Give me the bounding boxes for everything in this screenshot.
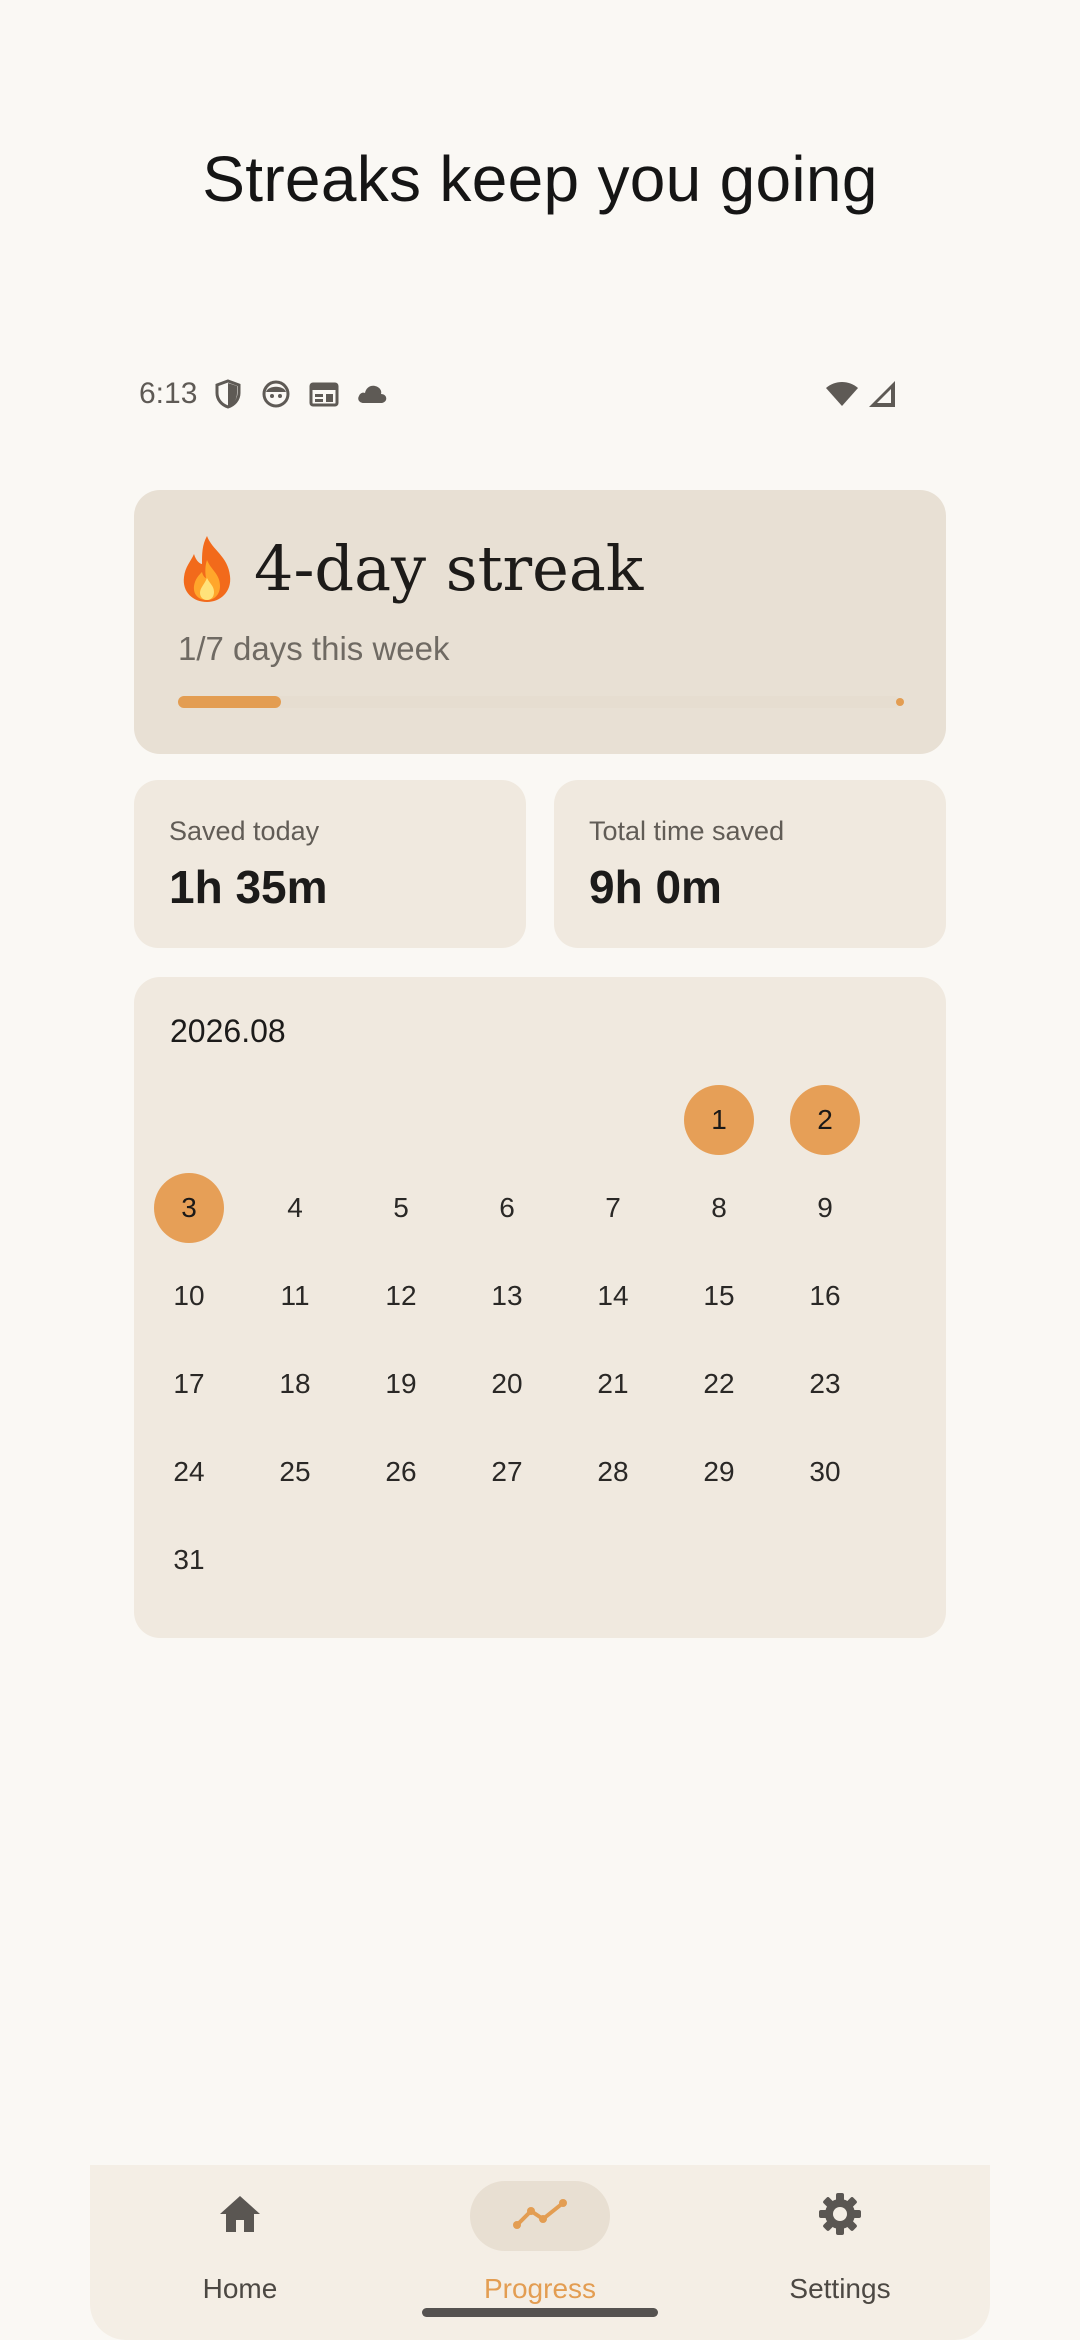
calendar-day-25[interactable]: 25 xyxy=(260,1437,330,1507)
status-bar: 6:13 xyxy=(139,373,899,415)
calendar-day-14[interactable]: 14 xyxy=(578,1261,648,1331)
calendar-day-18[interactable]: 18 xyxy=(260,1349,330,1419)
total-saved-label: Total time saved xyxy=(589,816,785,846)
total-saved-value: 9h 0m xyxy=(589,861,722,913)
calendar-day-22[interactable]: 22 xyxy=(684,1349,754,1419)
home-icon xyxy=(218,2194,262,2239)
calendar-day-5[interactable]: 5 xyxy=(366,1173,436,1243)
calendar-day-10[interactable]: 10 xyxy=(154,1261,224,1331)
calendar-day-8[interactable]: 8 xyxy=(684,1173,754,1243)
gesture-handle[interactable] xyxy=(422,2308,658,2317)
calendar-card-icon xyxy=(307,377,341,411)
calendar-day-15[interactable]: 15 xyxy=(684,1261,754,1331)
calendar-day-1[interactable]: 1 xyxy=(684,1085,754,1155)
calendar-day-27[interactable]: 27 xyxy=(472,1437,542,1507)
weekly-progress-bar xyxy=(178,696,904,708)
saved-today-card: Saved today 1h 35m xyxy=(134,780,526,948)
nav-home[interactable]: Home xyxy=(90,2165,390,2340)
calendar-day-21[interactable]: 21 xyxy=(578,1349,648,1419)
shield-icon xyxy=(211,377,245,411)
saved-today-label: Saved today xyxy=(169,816,320,846)
signal-icon xyxy=(865,377,899,411)
streak-title: 4-day streak xyxy=(254,532,644,605)
gear-icon xyxy=(818,2192,862,2241)
calendar-day-4[interactable]: 4 xyxy=(260,1173,330,1243)
trend-icon xyxy=(513,2198,567,2234)
calendar-day-11[interactable]: 11 xyxy=(260,1261,330,1331)
calendar-day-26[interactable]: 26 xyxy=(366,1437,436,1507)
face-icon xyxy=(259,377,293,411)
calendar-day-23[interactable]: 23 xyxy=(790,1349,860,1419)
calendar-day-7[interactable]: 7 xyxy=(578,1173,648,1243)
calendar-month: 2026.08 xyxy=(170,1013,286,1049)
cloud-icon xyxy=(355,377,389,411)
calendar-day-2[interactable]: 2 xyxy=(790,1085,860,1155)
nav-settings[interactable]: Settings xyxy=(690,2165,990,2340)
calendar-day-16[interactable]: 16 xyxy=(790,1261,860,1331)
calendar-day-24[interactable]: 24 xyxy=(154,1437,224,1507)
calendar-day-13[interactable]: 13 xyxy=(472,1261,542,1331)
calendar-day-17[interactable]: 17 xyxy=(154,1349,224,1419)
fire-icon xyxy=(178,534,236,604)
nav-progress-label: Progress xyxy=(483,2273,597,2304)
calendar-day-31[interactable]: 31 xyxy=(154,1525,224,1595)
calendar-day-28[interactable]: 28 xyxy=(578,1437,648,1507)
calendar-day-19[interactable]: 19 xyxy=(366,1349,436,1419)
streak-card: 4-day streak 1/7 days this week xyxy=(134,490,946,754)
calendar-card: 2026.08 1 2 3 4 5 6 7 8 9 10 11 12 13 14 15 16 17 18 19 20 2… xyxy=(134,977,946,1638)
streak-subtitle: 1/7 days this week xyxy=(178,630,450,667)
nav-home-label: Home xyxy=(202,2273,278,2304)
status-time: 6:13 xyxy=(139,377,198,410)
calendar-day-29[interactable]: 29 xyxy=(684,1437,754,1507)
progress-end-dot xyxy=(896,698,904,706)
calendar-day-3[interactable]: 3 xyxy=(154,1173,224,1243)
calendar-day-20[interactable]: 20 xyxy=(472,1349,542,1419)
page-headline: Streaks keep you going xyxy=(202,143,878,215)
calendar-day-9[interactable]: 9 xyxy=(790,1173,860,1243)
weekly-progress-fill xyxy=(178,696,282,708)
wifi-icon xyxy=(825,377,859,411)
calendar-day-6[interactable]: 6 xyxy=(472,1173,542,1243)
nav-progress-pill xyxy=(470,2181,610,2251)
streak-title-row: 4-day streak xyxy=(178,532,643,605)
calendar-day-12[interactable]: 12 xyxy=(366,1261,436,1331)
saved-today-value: 1h 35m xyxy=(169,861,328,913)
total-saved-card: Total time saved 9h 0m xyxy=(554,780,946,948)
nav-settings-label: Settings xyxy=(789,2273,891,2304)
calendar-day-30[interactable]: 30 xyxy=(790,1437,860,1507)
